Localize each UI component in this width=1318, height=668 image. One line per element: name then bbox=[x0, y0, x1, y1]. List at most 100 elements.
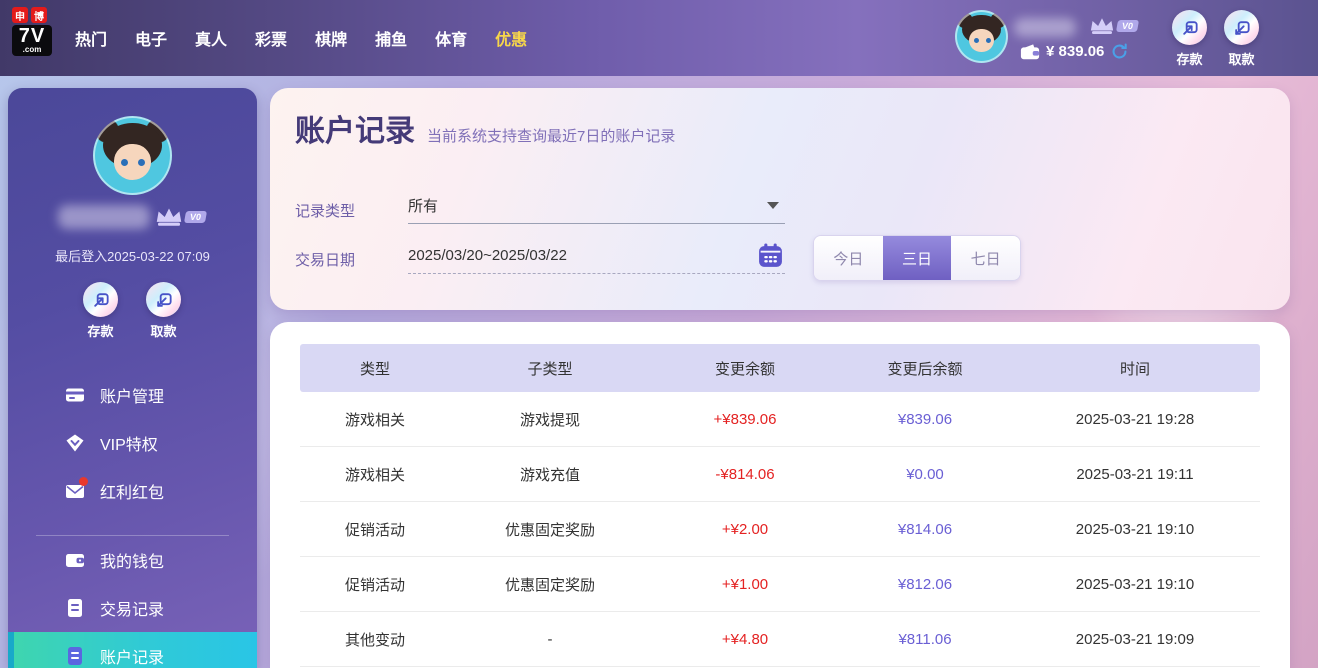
records-header-panel: 账户记录 当前系统支持查询最近7日的账户记录 记录类型 所有 交易日期 2025… bbox=[270, 88, 1290, 310]
nav-item-lottery[interactable]: 彩票 bbox=[241, 26, 301, 50]
records-table: 类型子类型变更余额变更后余额时间 游戏相关游戏提现+¥839.06¥839.06… bbox=[300, 344, 1260, 667]
column-header: 类型 bbox=[300, 358, 450, 379]
doc-icon bbox=[65, 598, 85, 618]
nav-item-sports[interactable]: 体育 bbox=[421, 26, 481, 50]
column-header: 时间 bbox=[1010, 358, 1260, 379]
table-header-row: 类型子类型变更余额变更后余额时间 bbox=[300, 344, 1260, 392]
nav-item-promos[interactable]: 优惠 bbox=[481, 26, 541, 50]
column-header: 子类型 bbox=[450, 358, 650, 379]
range-button-three-days[interactable]: 三日 bbox=[883, 236, 952, 280]
nav-item-hot[interactable]: 热门 bbox=[61, 26, 121, 50]
cell-type: 促销活动 bbox=[300, 519, 450, 540]
sidebar-item-label: 账户记录 bbox=[100, 644, 164, 668]
sidebar-deposit-label: 存款 bbox=[87, 321, 113, 340]
sidebar-item-label: 交易记录 bbox=[100, 596, 164, 620]
nav-item-live[interactable]: 真人 bbox=[181, 26, 241, 50]
nav-item-chess[interactable]: 棋牌 bbox=[301, 26, 361, 50]
cell-subtype: 优惠固定奖励 bbox=[450, 519, 650, 540]
cell-after-balance: ¥839.06 bbox=[840, 411, 1010, 428]
withdraw-icon bbox=[146, 282, 181, 317]
sidebar-withdraw-button[interactable]: 取款 bbox=[146, 282, 181, 340]
cell-after-balance: ¥814.06 bbox=[840, 521, 1010, 538]
cell-change-amount: +¥1.00 bbox=[650, 576, 840, 593]
sidebar-item-transaction-records[interactable]: 交易记录 bbox=[8, 584, 257, 632]
withdraw-button[interactable]: 取款 bbox=[1224, 10, 1259, 68]
sidebar-deposit-button[interactable]: 存款 bbox=[83, 282, 118, 340]
cell-subtype: 优惠固定奖励 bbox=[450, 574, 650, 595]
withdraw-label: 取款 bbox=[1228, 49, 1254, 68]
record-type-label: 记录类型 bbox=[295, 200, 355, 221]
sidebar-menu-bottom: 我的钱包交易记录账户记录 bbox=[8, 536, 257, 668]
date-range-input[interactable]: 2025/03/20~2025/03/22 bbox=[408, 238, 785, 274]
card-icon bbox=[65, 385, 85, 405]
cell-after-balance: ¥0.00 bbox=[840, 466, 1010, 483]
sidebar-item-bonus-redpacket[interactable]: 红利红包 bbox=[8, 467, 257, 515]
doc-icon bbox=[65, 646, 85, 666]
cell-change-amount: +¥4.80 bbox=[650, 631, 840, 648]
cell-type: 游戏相关 bbox=[300, 464, 450, 485]
range-button-today[interactable]: 今日 bbox=[814, 236, 883, 280]
refresh-balance-icon[interactable] bbox=[1110, 42, 1129, 61]
nav-menu: 热门电子真人彩票棋牌捕鱼体育优惠 bbox=[61, 0, 541, 76]
vip-level-badge[interactable]: V0 bbox=[1088, 16, 1138, 36]
deposit-icon bbox=[1172, 10, 1207, 45]
nav-item-fishing[interactable]: 捕鱼 bbox=[361, 26, 421, 50]
user-avatar[interactable] bbox=[955, 10, 1008, 63]
cell-subtype: 游戏提现 bbox=[450, 409, 650, 430]
cell-after-balance: ¥811.06 bbox=[840, 631, 1010, 648]
vip-icon bbox=[65, 433, 85, 453]
sidebar-vip-label: V0 bbox=[184, 211, 207, 223]
date-range-label: 交易日期 bbox=[295, 249, 355, 270]
envelope-icon bbox=[65, 481, 85, 501]
table-row: 促销活动优惠固定奖励+¥1.00¥812.062025-03-21 19:10 bbox=[300, 557, 1260, 612]
record-type-select[interactable]: 所有 bbox=[408, 188, 785, 224]
cell-time: 2025-03-21 19:10 bbox=[1010, 521, 1260, 538]
cell-type: 其他变动 bbox=[300, 629, 450, 650]
cell-time: 2025-03-21 19:28 bbox=[1010, 411, 1260, 428]
logo-sub-text: .com bbox=[15, 46, 49, 54]
logo-mark: 7V .com bbox=[12, 25, 52, 56]
logo-badge-1: 申 bbox=[12, 7, 28, 23]
range-button-seven-days[interactable]: 七日 bbox=[951, 236, 1020, 280]
wallet-icon bbox=[1020, 43, 1040, 60]
cell-change-amount: +¥2.00 bbox=[650, 521, 840, 538]
deposit-icon bbox=[83, 282, 118, 317]
sidebar-item-label: VIP特权 bbox=[100, 431, 158, 455]
cell-subtype: - bbox=[450, 631, 650, 648]
username-blurred bbox=[1014, 18, 1076, 37]
withdraw-icon bbox=[1224, 10, 1259, 45]
sidebar-menu-top: 账户管理 VIP特权红利红包 bbox=[8, 371, 257, 515]
cell-change-amount: +¥839.06 bbox=[650, 411, 840, 428]
avatar-face bbox=[121, 159, 128, 166]
deposit-button[interactable]: 存款 bbox=[1172, 10, 1207, 68]
last-login-text: 最后登入2025-03-22 07:09 bbox=[8, 246, 257, 265]
calendar-icon[interactable] bbox=[757, 242, 784, 269]
table-body: 游戏相关游戏提现+¥839.06¥839.062025-03-21 19:28游… bbox=[300, 392, 1260, 667]
column-header: 变更后余额 bbox=[840, 358, 1010, 379]
table-row: 游戏相关游戏提现+¥839.06¥839.062025-03-21 19:28 bbox=[300, 392, 1260, 447]
sidebar-item-label: 账户管理 bbox=[100, 383, 164, 407]
sidebar-user-avatar[interactable] bbox=[93, 116, 172, 195]
sidebar-item-vip-privileges[interactable]: VIP特权 bbox=[8, 419, 257, 467]
crown-icon bbox=[1088, 16, 1116, 36]
date-range-value: 2025/03/20~2025/03/22 bbox=[408, 247, 757, 264]
cell-type: 促销活动 bbox=[300, 574, 450, 595]
vip-level-label: V0 bbox=[1116, 20, 1139, 32]
sidebar: V0 最后登入2025-03-22 07:09 存款 取款 账户管理VIP特 bbox=[8, 88, 257, 668]
sidebar-item-label: 我的钱包 bbox=[100, 548, 164, 572]
cell-change-amount: -¥814.06 bbox=[650, 466, 840, 483]
cell-after-balance: ¥812.06 bbox=[840, 576, 1010, 593]
page: 申 博 7V .com 热门电子真人彩票棋牌捕鱼体育优惠 V0 ¥ bbox=[0, 0, 1318, 668]
sidebar-vip-badge[interactable]: V0 bbox=[154, 206, 206, 228]
nav-item-slots[interactable]: 电子 bbox=[121, 26, 181, 50]
top-navbar: 申 博 7V .com 热门电子真人彩票棋牌捕鱼体育优惠 V0 ¥ bbox=[0, 0, 1318, 76]
sidebar-item-my-wallet[interactable]: 我的钱包 bbox=[8, 536, 257, 584]
cell-subtype: 游戏充值 bbox=[450, 464, 650, 485]
date-range-quick-buttons: 今日三日七日 bbox=[813, 235, 1021, 281]
cell-time: 2025-03-21 19:10 bbox=[1010, 576, 1260, 593]
sidebar-item-account-management[interactable]: 账户管理 bbox=[8, 371, 257, 419]
record-type-value: 所有 bbox=[408, 195, 767, 216]
table-row: 其他变动-+¥4.80¥811.062025-03-21 19:09 bbox=[300, 612, 1260, 667]
page-title: 账户记录 bbox=[295, 106, 415, 150]
sidebar-item-account-records[interactable]: 账户记录 bbox=[8, 632, 257, 668]
